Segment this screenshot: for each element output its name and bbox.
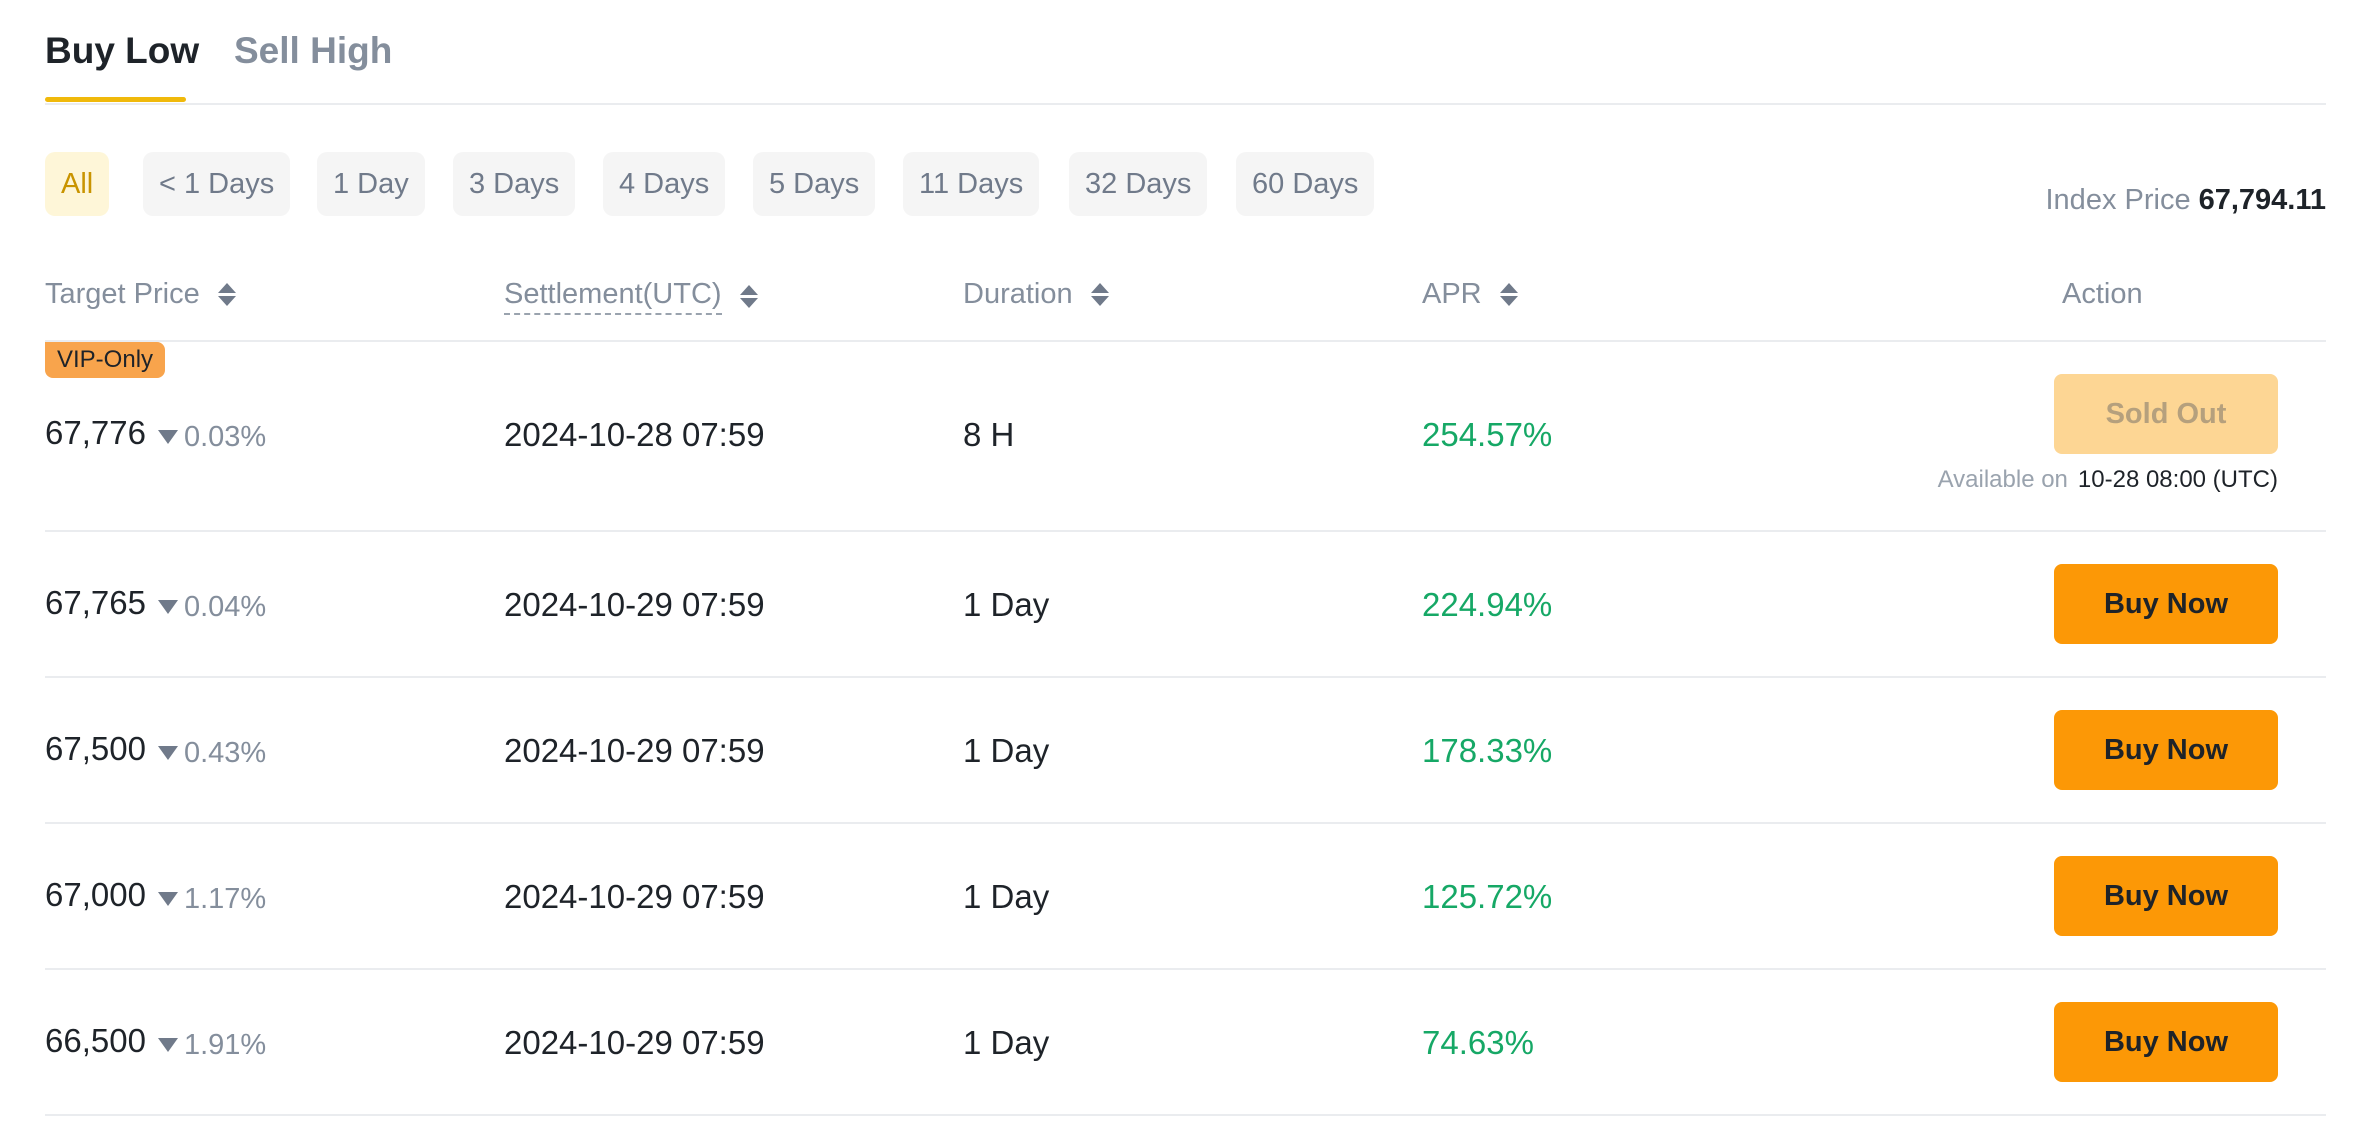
duration-value: 1 Day — [963, 586, 1050, 623]
sort-icon[interactable] — [1090, 283, 1109, 306]
target-price-cell: 67,500 0.43% — [45, 730, 266, 770]
price-delta: 0.43% — [157, 736, 267, 770]
apr-value: 224.94% — [1422, 586, 1553, 623]
triangle-down-icon — [157, 1038, 178, 1052]
filter-chip-60-days[interactable]: 60 Days — [1236, 152, 1375, 216]
column-target-price-label: Target Price — [45, 278, 200, 310]
filter-chip-11-days[interactable]: 11 Days — [903, 152, 1040, 216]
settlement-time: 2024-10-29 07:59 — [504, 878, 765, 915]
triangle-down-icon — [157, 892, 178, 906]
column-settlement-label[interactable]: Settlement(UTC) — [504, 278, 722, 315]
triangle-down-icon — [157, 430, 178, 444]
available-on-label: Available on — [1937, 466, 2068, 493]
vip-only-badge: VIP-Only — [45, 342, 166, 378]
price-delta: 0.04% — [157, 590, 267, 624]
column-target-price[interactable]: Target Price — [45, 278, 236, 311]
apr-value: 178.33% — [1422, 732, 1553, 769]
table-row: 66,500 1.91% 2024-10-29 07:59 1 Day 74.63… — [45, 970, 2326, 1116]
settlement-time: 2024-10-28 07:59 — [504, 416, 765, 453]
filter-chip-3-days[interactable]: 3 Days — [453, 152, 576, 216]
target-price-cell: 66,500 1.91% — [45, 1022, 266, 1062]
apr-value: 125.72% — [1422, 878, 1553, 915]
filter-chip-lt-1-days[interactable]: < 1 Days — [143, 152, 291, 216]
price-delta-value: 0.03% — [183, 420, 267, 453]
buy-now-button[interactable]: Buy Now — [2054, 564, 2278, 644]
target-price: 66,500 — [45, 1022, 146, 1059]
column-settlement[interactable]: Settlement(UTC) — [504, 278, 758, 315]
sort-icon[interactable] — [739, 285, 758, 308]
column-duration-label: Duration — [963, 278, 1073, 310]
available-on-value: 10-28 08:00 (UTC) — [2077, 466, 2278, 493]
filter-chip-5-days[interactable]: 5 Days — [753, 152, 876, 216]
filter-chip-all[interactable]: All — [45, 152, 110, 216]
tab-buy-low[interactable]: Buy Low — [45, 30, 199, 72]
buy-now-button[interactable]: Buy Now — [2054, 856, 2278, 936]
table-row: 67,500 0.43% 2024-10-29 07:59 1 Day 178.3… — [45, 678, 2326, 824]
filter-chip-1-day[interactable]: 1 Day — [317, 152, 425, 216]
price-delta-value: 0.43% — [183, 736, 267, 769]
price-delta: 0.03% — [157, 420, 267, 454]
settlement-time: 2024-10-29 07:59 — [504, 1024, 765, 1061]
table-row: 67,765 0.04% 2024-10-29 07:59 1 Day 224.9… — [45, 532, 2326, 678]
triangle-down-icon — [157, 600, 178, 614]
filter-chip-4-days[interactable]: 4 Days — [603, 152, 726, 216]
apr-value: 74.63% — [1422, 1024, 1534, 1061]
index-price-label: Index Price — [2045, 184, 2191, 216]
duration-value: 1 Day — [963, 1024, 1050, 1061]
column-action: Action — [2062, 278, 2143, 311]
apr-value: 254.57% — [1422, 416, 1553, 453]
duration-value: 8 H — [963, 416, 1015, 453]
target-price: 67,000 — [45, 876, 146, 913]
price-delta-value: 0.04% — [183, 590, 267, 623]
column-action-label: Action — [2062, 278, 2143, 310]
target-price: 67,500 — [45, 730, 146, 767]
tab-bar: Buy Low Sell High — [45, 0, 2326, 105]
active-tab-indicator — [45, 97, 186, 102]
sort-icon[interactable] — [1499, 283, 1518, 306]
price-delta: 1.17% — [157, 882, 267, 916]
column-duration[interactable]: Duration — [963, 278, 1109, 311]
index-price-value: 67,794.11 — [2198, 184, 2326, 216]
target-price: 67,765 — [45, 584, 146, 621]
settlement-time: 2024-10-29 07:59 — [504, 732, 765, 769]
target-price-cell: 67,765 0.04% — [45, 584, 266, 624]
index-price: Index Price 67,794.11 — [2046, 184, 2327, 217]
triangle-down-icon — [157, 746, 178, 760]
buy-now-button[interactable]: Buy Now — [2054, 1002, 2278, 1082]
duration-value: 1 Day — [963, 878, 1050, 915]
filter-chip-32-days[interactable]: 32 Days — [1069, 152, 1208, 216]
tab-sell-high[interactable]: Sell High — [234, 30, 392, 72]
sold-out-button: Sold Out — [2054, 374, 2278, 454]
target-price-cell: 67,000 1.17% — [45, 876, 266, 916]
price-delta-value: 1.91% — [183, 1028, 267, 1061]
table-header: Target Price Settlement(UTC) Duration AP… — [45, 270, 2326, 342]
price-delta-value: 1.17% — [183, 882, 267, 915]
target-price-cell: 67,776 0.03% — [45, 414, 266, 454]
duration-value: 1 Day — [963, 732, 1050, 769]
sort-icon[interactable] — [217, 283, 236, 306]
price-delta: 1.91% — [157, 1028, 267, 1062]
table-row: VIP-Only 67,776 0.03% 2024-10-28 07:59 8 … — [45, 342, 2326, 532]
settlement-time: 2024-10-29 07:59 — [504, 586, 765, 623]
table-row: 67,000 1.17% 2024-10-29 07:59 1 Day 125.7… — [45, 824, 2326, 970]
column-apr[interactable]: APR — [1422, 278, 1518, 311]
target-price: 67,776 — [45, 414, 146, 451]
buy-now-button[interactable]: Buy Now — [2054, 710, 2278, 790]
availability-note: Available on 10-28 08:00 (UTC) — [1938, 466, 2278, 494]
column-apr-label: APR — [1422, 278, 1482, 310]
dual-investment-panel: Buy Low Sell High All < 1 Days 1 Day 3 D… — [0, 0, 2358, 1136]
